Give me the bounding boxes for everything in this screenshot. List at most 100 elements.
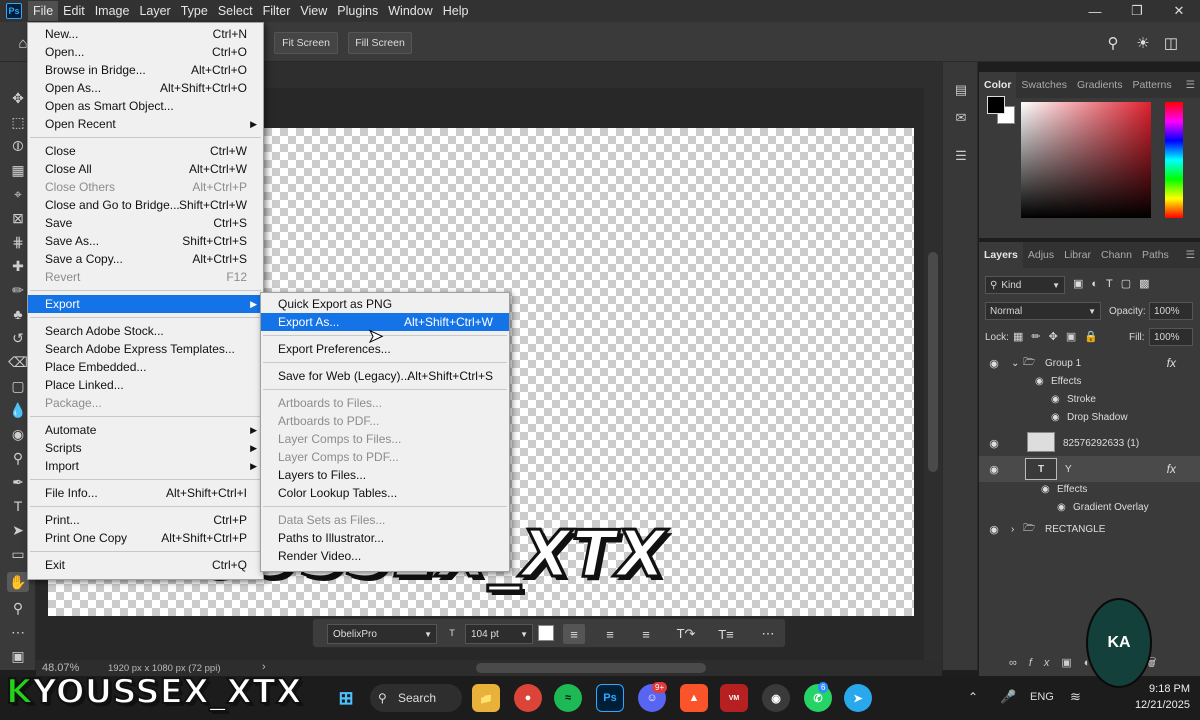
- menu-item-search-express[interactable]: Search Adobe Express Templates...: [28, 340, 263, 358]
- color-picker-field[interactable]: [1021, 102, 1151, 218]
- menu-image[interactable]: Image: [90, 1, 135, 21]
- fit-screen-button[interactable]: Fit Screen: [274, 32, 338, 54]
- menu-item-import[interactable]: Import ▶: [28, 457, 263, 475]
- menu-item-close-go-bridge[interactable]: Close and Go to Bridge... Shift+Ctrl+W: [28, 196, 263, 214]
- fill-field[interactable]: 100%: [1149, 328, 1193, 346]
- align-left-icon[interactable]: ≡: [563, 624, 585, 644]
- pen-tool-icon[interactable]: ✒: [7, 472, 29, 492]
- menu-item-open-smart-object[interactable]: Open as Smart Object...: [28, 97, 263, 115]
- brave-icon[interactable]: ▲: [680, 684, 708, 712]
- menu-item-open-as[interactable]: Open As... Alt+Shift+Ctrl+O: [28, 79, 263, 97]
- object-select-tool-icon[interactable]: ▦: [7, 160, 29, 180]
- tab-channels[interactable]: Chann: [1096, 242, 1137, 268]
- layer-filter-icons[interactable]: ▣◐T▢▩: [1073, 277, 1158, 290]
- visibility-eye-icon[interactable]: ◉: [987, 437, 1001, 450]
- align-right-icon[interactable]: ≡: [635, 624, 657, 644]
- menu-item-place-embedded[interactable]: Place Embedded...: [28, 358, 263, 376]
- menu-file[interactable]: File: [28, 1, 59, 21]
- move-tool-icon[interactable]: ✥: [7, 88, 29, 108]
- menu-item-save[interactable]: Save Ctrl+S: [28, 214, 263, 232]
- menu-item-paths-illustrator[interactable]: Paths to Illustrator...: [261, 529, 509, 547]
- font-size-select[interactable]: 104 pt ▼: [465, 624, 533, 644]
- visibility-eye-icon[interactable]: ◉: [1051, 394, 1060, 405]
- comments-panel-icon[interactable]: ✉: [951, 108, 971, 128]
- menu-layer[interactable]: Layer: [134, 1, 175, 21]
- menu-window[interactable]: Window: [383, 1, 437, 21]
- foreground-color-swatch[interactable]: [987, 96, 1005, 114]
- menu-filter[interactable]: Filter: [258, 1, 296, 21]
- menu-item-export-as[interactable]: Export As... Alt+Shift+Ctrl+W: [261, 313, 509, 331]
- tab-adjustments[interactable]: Adjus: [1023, 242, 1059, 268]
- marquee-tool-icon[interactable]: ⬚: [7, 112, 29, 132]
- menu-item-quick-export-png[interactable]: Quick Export as PNG: [261, 295, 509, 313]
- menu-item-place-linked[interactable]: Place Linked...: [28, 376, 263, 394]
- horizontal-scroll-thumb[interactable]: [476, 663, 706, 673]
- workspace-icon[interactable]: ◫: [1160, 32, 1182, 54]
- tab-swatches[interactable]: Swatches: [1016, 72, 1072, 98]
- telegram-icon[interactable]: ➤: [844, 684, 872, 712]
- vertical-scrollbar[interactable]: [924, 62, 942, 660]
- wifi-icon[interactable]: ≋: [1070, 689, 1081, 705]
- tab-libraries[interactable]: Librar: [1059, 242, 1096, 268]
- zoom-lens-tool-icon[interactable]: ⚲: [7, 448, 29, 468]
- visibility-eye-icon[interactable]: ◉: [1057, 502, 1066, 513]
- menu-item-scripts[interactable]: Scripts ▶: [28, 439, 263, 457]
- more-tools-icon[interactable]: ⋯: [7, 622, 29, 642]
- gradient-tool-icon[interactable]: ▢: [7, 376, 29, 396]
- microphone-icon[interactable]: 🎤: [1000, 689, 1016, 705]
- lasso-tool-icon[interactable]: ⦷: [7, 136, 29, 156]
- chevron-right-icon[interactable]: ›: [1011, 524, 1014, 535]
- history-brush-tool-icon[interactable]: ↺: [7, 328, 29, 348]
- tab-patterns[interactable]: Patterns: [1127, 72, 1176, 98]
- menu-plugins[interactable]: Plugins: [332, 1, 383, 21]
- menu-item-export-preferences[interactable]: Export Preferences...: [261, 340, 509, 358]
- rectangle-tool-icon[interactable]: ▭: [7, 544, 29, 564]
- visibility-eye-icon[interactable]: ◉: [1041, 484, 1050, 495]
- hue-slider[interactable]: [1165, 102, 1183, 218]
- tab-gradients[interactable]: Gradients: [1072, 72, 1128, 98]
- visibility-eye-icon[interactable]: ◉: [1051, 412, 1060, 423]
- dodge-tool-icon[interactable]: ◉: [7, 424, 29, 444]
- color-swatch-icon[interactable]: ▣: [7, 646, 29, 666]
- layer-effect-gradient-row[interactable]: ◉ Gradient Overlay: [979, 498, 1200, 516]
- menu-item-new[interactable]: New... Ctrl+N: [28, 25, 263, 43]
- eyedropper-tool-icon[interactable]: ⋕: [7, 232, 29, 252]
- chrome-icon[interactable]: ●: [514, 684, 542, 712]
- visibility-eye-icon[interactable]: ◉: [987, 523, 1001, 536]
- clock-time[interactable]: 9:18 PM: [1138, 683, 1190, 695]
- menu-help[interactable]: Help: [438, 1, 474, 21]
- menu-item-save-for-web[interactable]: Save for Web (Legacy)... Alt+Shift+Ctrl+S: [261, 367, 509, 385]
- file-explorer-icon[interactable]: 📁: [472, 684, 500, 712]
- brush-tool-icon[interactable]: ✏: [7, 280, 29, 300]
- menu-edit[interactable]: Edit: [58, 1, 90, 21]
- more-options-icon[interactable]: ⋯: [757, 624, 779, 644]
- panel-menu-icon[interactable]: ☰: [1181, 242, 1200, 268]
- text-color-swatch[interactable]: [538, 625, 554, 641]
- menu-select[interactable]: Select: [213, 1, 258, 21]
- chevron-down-icon[interactable]: ⌄: [1011, 358, 1019, 369]
- character-panel-icon[interactable]: T≡: [715, 624, 737, 644]
- opacity-field[interactable]: 100%: [1149, 302, 1193, 320]
- frame-tool-icon[interactable]: ⊠: [7, 208, 29, 228]
- font-family-select[interactable]: ObelixPro ▼: [327, 624, 437, 644]
- tab-layers[interactable]: Layers: [979, 242, 1023, 268]
- windows-start-icon[interactable]: ⊞: [332, 684, 360, 712]
- search-icon[interactable]: ⚲: [1102, 32, 1124, 54]
- menu-item-open-recent[interactable]: Open Recent ▶: [28, 115, 263, 133]
- fill-screen-button[interactable]: Fill Screen: [348, 32, 412, 54]
- type-tool-icon[interactable]: T: [7, 496, 29, 516]
- chevron-up-icon[interactable]: ⌃: [968, 690, 978, 704]
- voicemeeter-icon[interactable]: VM: [720, 684, 748, 712]
- path-select-tool-icon[interactable]: ➤: [7, 520, 29, 540]
- fx-icon[interactable]: fx: [1167, 356, 1176, 370]
- menu-item-automate[interactable]: Automate ▶: [28, 421, 263, 439]
- menu-item-search-stock[interactable]: Search Adobe Stock...: [28, 322, 263, 340]
- blur-tool-icon[interactable]: 💧: [7, 400, 29, 420]
- language-indicator[interactable]: ENG: [1030, 691, 1054, 703]
- visibility-eye-icon[interactable]: ◉: [987, 463, 1001, 476]
- layer-effect-stroke-row[interactable]: ◉ Stroke: [979, 390, 1200, 408]
- layer-filter-select[interactable]: ⚲ Kind ▼: [985, 276, 1065, 294]
- menu-item-browse-bridge[interactable]: Browse in Bridge... Alt+Ctrl+O: [28, 61, 263, 79]
- menu-item-color-lookup[interactable]: Color Lookup Tables...: [261, 484, 509, 502]
- menu-item-export[interactable]: Export ▶: [28, 295, 263, 313]
